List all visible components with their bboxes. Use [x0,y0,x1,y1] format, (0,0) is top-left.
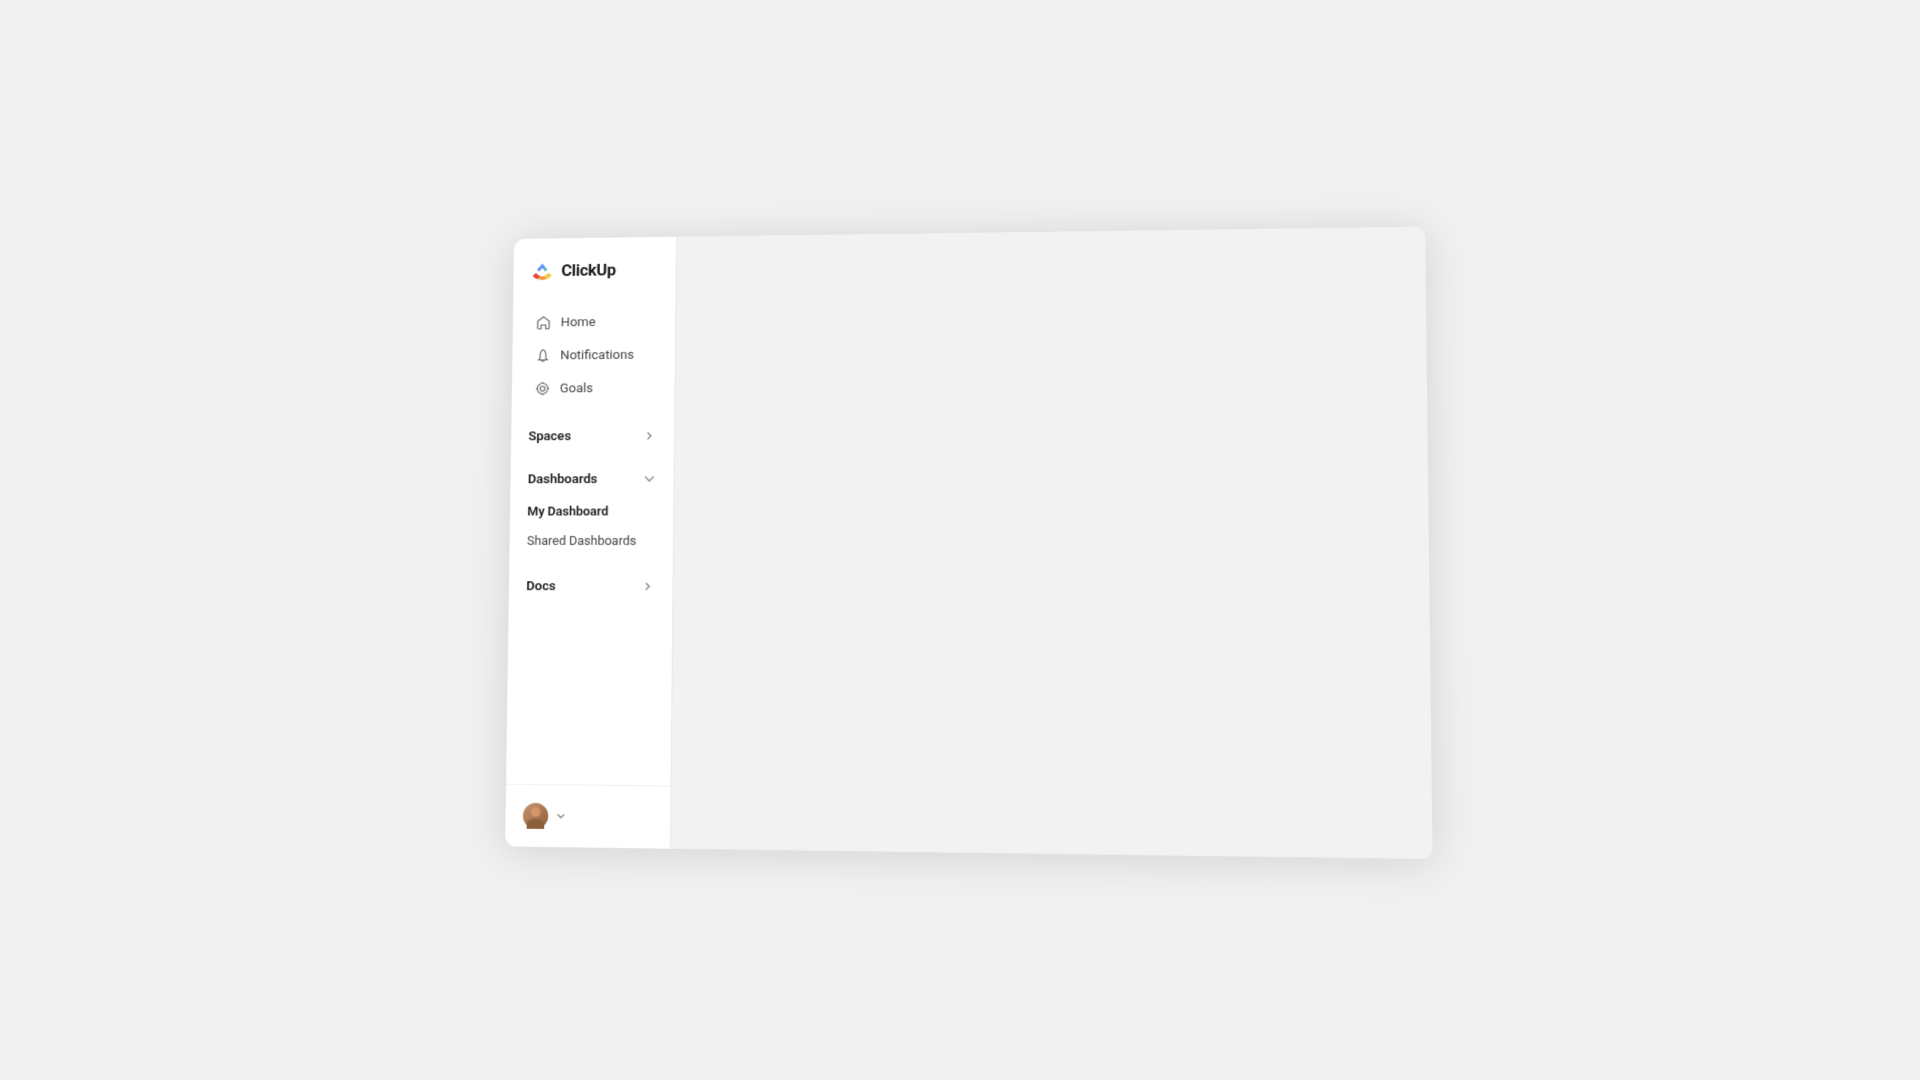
main-content [671,227,1433,859]
shared-dashboards-label: Shared Dashboards [527,534,637,549]
dashboards-title: Dashboards [528,471,598,487]
docs-title: Docs [526,578,556,594]
dashboards-section-header[interactable]: Dashboards [516,463,668,495]
dashboards-items: My Dashboard Shared Dashboards [515,495,668,559]
avatar [523,803,549,829]
logo-area[interactable]: ClickUp [513,237,676,303]
sidebar-item-my-dashboard[interactable]: My Dashboard [516,498,668,527]
home-icon [536,315,552,331]
sidebar: ClickUp Home Notifications [505,237,677,849]
goals-icon [535,381,551,397]
sidebar-item-home[interactable]: Home [518,306,669,339]
sidebar-nav: Home Notifications Goals [512,301,676,409]
clickup-logo-icon [531,260,554,283]
bell-icon [535,348,551,364]
user-chevron-icon [556,811,566,821]
sidebar-section-docs: Docs [509,570,673,602]
sidebar-item-notifications[interactable]: Notifications [518,339,669,371]
logo-text: ClickUp [561,261,616,281]
sidebar-item-goals[interactable]: Goals [517,372,669,404]
app-window: ClickUp Home Notifications [505,227,1432,859]
sidebar-item-home-label: Home [561,314,596,330]
user-menu[interactable] [517,797,659,837]
dashboards-chevron-icon [643,472,657,486]
sidebar-section-dashboards: Dashboards My Dashboard Shared Dashboard… [509,463,673,559]
docs-section-header[interactable]: Docs [515,570,667,602]
spaces-chevron-icon [643,429,657,443]
my-dashboard-label: My Dashboard [527,505,608,520]
sidebar-item-shared-dashboards[interactable]: Shared Dashboards [515,527,667,556]
sidebar-section-spaces: Spaces [511,420,674,452]
sidebar-item-notifications-label: Notifications [560,347,634,363]
sidebar-item-goals-label: Goals [560,380,593,396]
spaces-section-header[interactable]: Spaces [517,420,669,452]
spaces-title: Spaces [528,428,571,444]
sidebar-footer [505,784,670,849]
docs-chevron-icon [641,579,655,593]
